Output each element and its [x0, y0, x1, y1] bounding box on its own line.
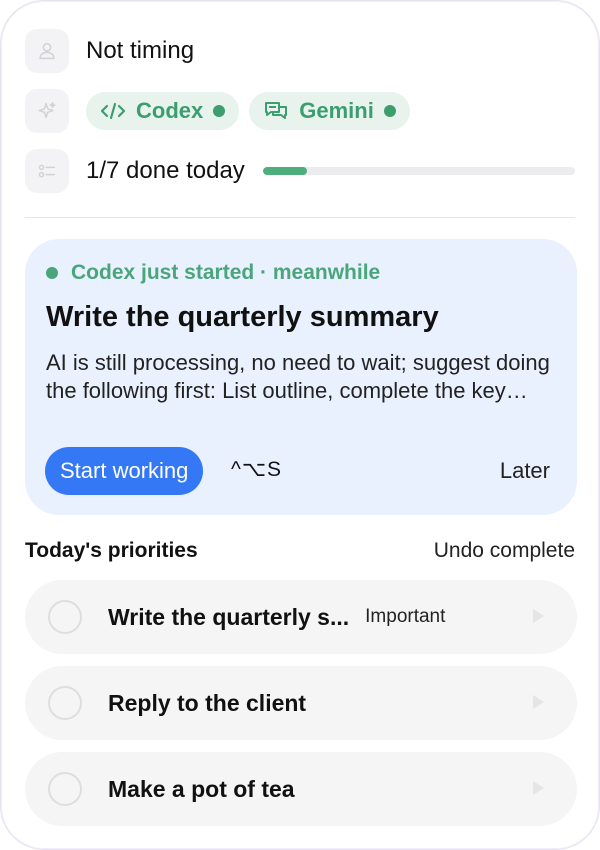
task-item[interactable]: Reply to the client	[25, 666, 577, 740]
suggestion-card: Codex just started · meanwhile Write the…	[25, 239, 577, 515]
suggestion-title: Write the quarterly summary	[46, 301, 439, 333]
code-icon	[100, 102, 126, 120]
priorities-title: Today's priorities	[25, 539, 198, 562]
chat-icon	[265, 102, 288, 119]
suggestion-description: AI is still processing, no need to wait;…	[46, 350, 550, 403]
play-icon[interactable]	[533, 781, 544, 795]
task-checkbox[interactable]	[48, 772, 82, 806]
start-working-button[interactable]: Start working	[45, 447, 204, 495]
status-dot	[46, 267, 58, 279]
priorities-header: Today's priorities Undo complete	[25, 539, 575, 563]
play-icon[interactable]	[533, 609, 544, 623]
suggestion-eyebrow-text: Codex just started · meanwhile	[71, 261, 381, 284]
agent-chip-gemini[interactable]: Gemini	[249, 92, 410, 130]
progress-row: 1/7 done today	[25, 149, 575, 193]
suggestion-eyebrow: Codex just started · meanwhile	[46, 261, 380, 285]
task-title: Make a pot of tea	[108, 775, 295, 802]
agent-status-dot	[383, 105, 396, 117]
sparkle-icon	[25, 89, 69, 133]
timer-status: Not timing	[86, 37, 195, 64]
task-title: Write the quarterly s...	[108, 603, 350, 630]
agents-row: Codex Gemini	[25, 89, 575, 133]
play-icon[interactable]	[533, 695, 544, 709]
progress-label: 1/7 done today	[86, 157, 245, 184]
agent-chip-codex[interactable]: Codex	[86, 92, 240, 130]
widget-panel: Not timing Codex Gemini 1/7 done today C…	[0, 0, 600, 850]
progress-bar	[262, 167, 575, 175]
task-item[interactable]: Write the quarterly s... Important	[25, 580, 577, 654]
keyboard-shortcut: ^⌥S	[231, 458, 283, 481]
agent-name: Gemini	[299, 98, 374, 123]
later-button[interactable]: Later	[500, 458, 550, 484]
task-item[interactable]: Make a pot of tea	[25, 752, 577, 826]
agent-name: Codex	[136, 98, 204, 123]
undo-complete-button[interactable]: Undo complete	[434, 539, 575, 563]
task-title: Reply to the client	[108, 689, 307, 716]
checklist-icon	[25, 149, 69, 193]
divider	[25, 217, 575, 218]
progress-fill	[262, 167, 308, 175]
agent-status-dot	[213, 105, 226, 117]
task-checkbox[interactable]	[48, 686, 82, 720]
person-icon	[25, 29, 69, 73]
timer-row: Not timing	[25, 29, 575, 73]
task-checkbox[interactable]	[48, 600, 82, 634]
task-tag: Important	[365, 606, 446, 627]
